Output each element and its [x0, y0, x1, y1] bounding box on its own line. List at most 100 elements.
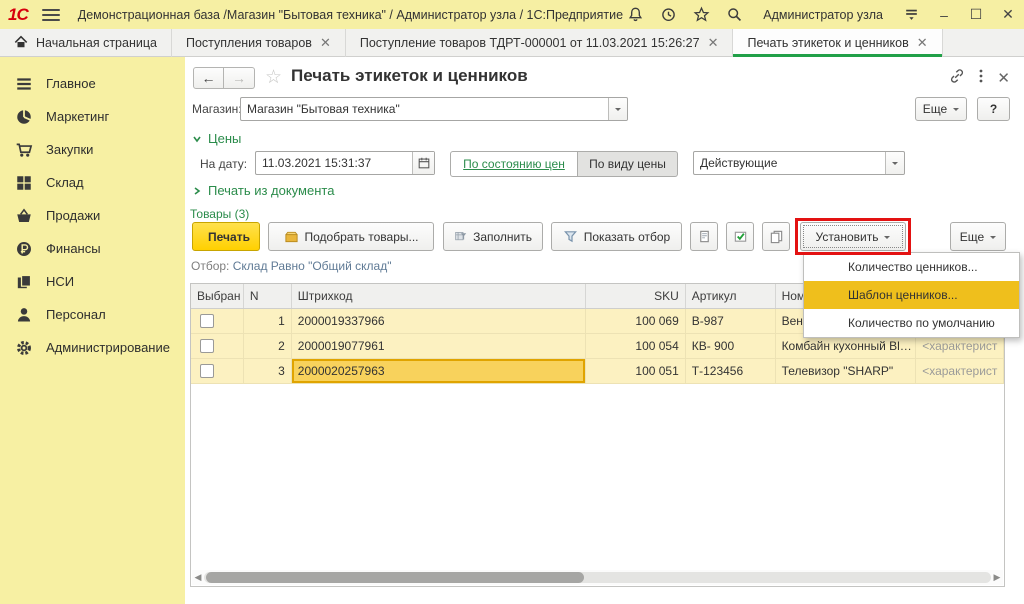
chevron-right-icon — [192, 186, 202, 196]
tab-goods-receipt-doc[interactable]: Поступление товаров ТДРТ-000001 от 11.03… — [346, 29, 734, 57]
menu-item-price-tag-count[interactable]: Количество ценников... — [804, 253, 1019, 281]
filter-value: Склад Равно "Общий склад" — [233, 259, 392, 273]
notifications-bell-icon[interactable] — [627, 6, 644, 23]
history-icon[interactable] — [660, 6, 677, 23]
show-filter-button[interactable]: Показать отбор — [551, 222, 682, 251]
sidebar-item-warehouse[interactable]: Склад — [0, 166, 185, 199]
row-checkbox[interactable] — [200, 364, 214, 378]
sidebar-item-marketing[interactable]: Маркетинг — [0, 100, 185, 133]
menu-lines-icon — [15, 75, 33, 93]
store-select[interactable]: Магазин "Бытовая техника" — [240, 97, 628, 121]
column-header-barcode[interactable]: Штрихкод — [292, 284, 586, 308]
scroll-left-icon[interactable]: ◀ — [192, 572, 204, 583]
get-link-icon[interactable] — [949, 68, 965, 87]
check-all-button[interactable] — [726, 222, 754, 251]
close-window-button[interactable]: ✕ — [1000, 6, 1016, 23]
main-menu-icon[interactable] — [42, 9, 60, 21]
cell-n[interactable]: 3 — [244, 359, 292, 383]
tab-goods-receipts[interactable]: Поступления товаров ✕ — [172, 29, 346, 57]
sidebar-item-sales[interactable]: Продажи — [0, 199, 185, 232]
nav-forward-button[interactable]: → — [224, 67, 255, 89]
toggle-by-price-kind[interactable]: По виду цены — [578, 151, 678, 177]
sidebar-item-administration[interactable]: Администрирование — [0, 331, 185, 364]
cell-barcode-selected[interactable]: 2000020257963 — [292, 359, 586, 383]
print-button[interactable]: Печать — [192, 222, 260, 251]
calendar-icon[interactable] — [412, 152, 434, 174]
table-row[interactable]: 3 2000020257963 100 051 Т-123456 Телевиз… — [191, 359, 1004, 384]
cell-sku[interactable]: 100 054 — [586, 334, 686, 358]
box-icon — [284, 229, 299, 244]
tab-home[interactable]: Начальная страница — [0, 29, 172, 57]
scrollbar-thumb[interactable] — [206, 572, 584, 583]
horizontal-scrollbar[interactable]: ◀ ▶ — [192, 570, 1003, 585]
favorite-toggle-star[interactable]: ☆ — [265, 66, 282, 89]
cell-barcode[interactable]: 2000019077961 — [292, 334, 586, 358]
sidebar-item-main[interactable]: Главное — [0, 67, 185, 100]
goods-toolbar: Печать Подобрать товары... Заполнить Пок… — [185, 222, 1024, 252]
date-input[interactable]: 11.03.2021 15:31:37 — [255, 151, 435, 175]
menu-item-default-count[interactable]: Количество по умолчанию — [804, 309, 1019, 337]
pick-goods-button[interactable]: Подобрать товары... — [268, 222, 434, 251]
column-header-selected[interactable]: Выбран — [191, 284, 244, 308]
price-filter-select[interactable]: Действующие — [693, 151, 905, 175]
form-print-labels: ← → ☆ Печать этикеток и ценников ✕ Магаз… — [185, 57, 1024, 604]
dropdown-arrow-icon[interactable] — [608, 98, 627, 120]
sidebar-item-purchases[interactable]: Закупки — [0, 133, 185, 166]
current-user[interactable]: Администратор узла — [763, 8, 883, 22]
more-dots-icon[interactable] — [978, 68, 984, 87]
cell-article[interactable]: В-987 — [686, 309, 776, 333]
search-icon[interactable] — [726, 6, 743, 23]
cell-characteristic[interactable]: <характерист — [916, 359, 1004, 383]
list-settings-button[interactable] — [690, 222, 718, 251]
tab-close-icon[interactable]: ✕ — [917, 35, 928, 51]
tab-label: Начальная страница — [36, 36, 157, 50]
funnel-icon — [563, 229, 578, 244]
column-header-article[interactable]: Артикул — [686, 284, 776, 308]
column-header-sku[interactable]: SKU — [586, 284, 686, 308]
row-checkbox[interactable] — [200, 339, 214, 353]
row-checkbox[interactable] — [200, 314, 214, 328]
person-icon — [15, 306, 33, 324]
set-dropdown-menu: Количество ценников... Шаблон ценников..… — [803, 252, 1020, 338]
tab-print-labels[interactable]: Печать этикеток и ценников ✕ — [733, 29, 942, 57]
cell-article[interactable]: Т-123456 — [686, 359, 776, 383]
column-header-n[interactable]: N — [244, 284, 292, 308]
cell-n[interactable]: 2 — [244, 334, 292, 358]
cell-barcode[interactable]: 2000019337966 — [292, 309, 586, 333]
cell-sku[interactable]: 100 069 — [586, 309, 686, 333]
titlebar: 1С Демонстрационная база /Магазин "Бытов… — [0, 0, 1024, 29]
tab-close-icon[interactable]: ✕ — [708, 35, 719, 51]
nav-back-button[interactable]: ← — [193, 67, 224, 89]
section-sidebar: Главное Маркетинг Закупки Склад Продажи … — [0, 57, 185, 604]
minimize-button[interactable]: – — [936, 7, 952, 23]
cell-article[interactable]: КВ- 900 — [686, 334, 776, 358]
favorites-star-icon[interactable] — [693, 6, 710, 23]
scrollbar-track[interactable] — [204, 572, 991, 583]
filter-label: Отбор: — [191, 259, 229, 273]
toolbar-more-button[interactable]: Еще — [950, 222, 1006, 251]
chevron-down-icon — [192, 134, 202, 144]
dropdown-arrow-icon[interactable] — [885, 152, 904, 174]
scroll-right-icon[interactable]: ▶ — [991, 572, 1003, 583]
cell-sku[interactable]: 100 051 — [586, 359, 686, 383]
maximize-button[interactable]: ☐ — [968, 6, 984, 23]
tab-close-icon[interactable]: ✕ — [320, 35, 331, 51]
cell-n[interactable]: 1 — [244, 309, 292, 333]
sidebar-item-personnel[interactable]: Персонал — [0, 298, 185, 331]
print-from-document-toggle[interactable]: Печать из документа — [192, 183, 334, 198]
close-form-icon[interactable]: ✕ — [997, 69, 1010, 87]
gear-icon — [15, 339, 33, 357]
help-button[interactable]: ? — [977, 97, 1010, 121]
sidebar-item-finance[interactable]: Финансы — [0, 232, 185, 265]
copy-button[interactable] — [762, 222, 790, 251]
filter-info-line: Отбор: Склад Равно "Общий склад" — [191, 259, 392, 273]
fill-button[interactable]: Заполнить — [443, 222, 543, 251]
toggle-by-price-state[interactable]: По состоянию цен — [450, 151, 578, 177]
more-button[interactable]: Еще — [915, 97, 967, 121]
set-button[interactable]: Установить — [800, 222, 906, 251]
cell-nomenclature[interactable]: Телевизор "SHARP" — [776, 359, 917, 383]
service-menu-icon[interactable] — [903, 6, 920, 23]
sidebar-item-nsi[interactable]: НСИ — [0, 265, 185, 298]
menu-item-price-tag-template[interactable]: Шаблон ценников... — [804, 281, 1019, 309]
prices-section-toggle[interactable]: Цены — [192, 131, 241, 146]
